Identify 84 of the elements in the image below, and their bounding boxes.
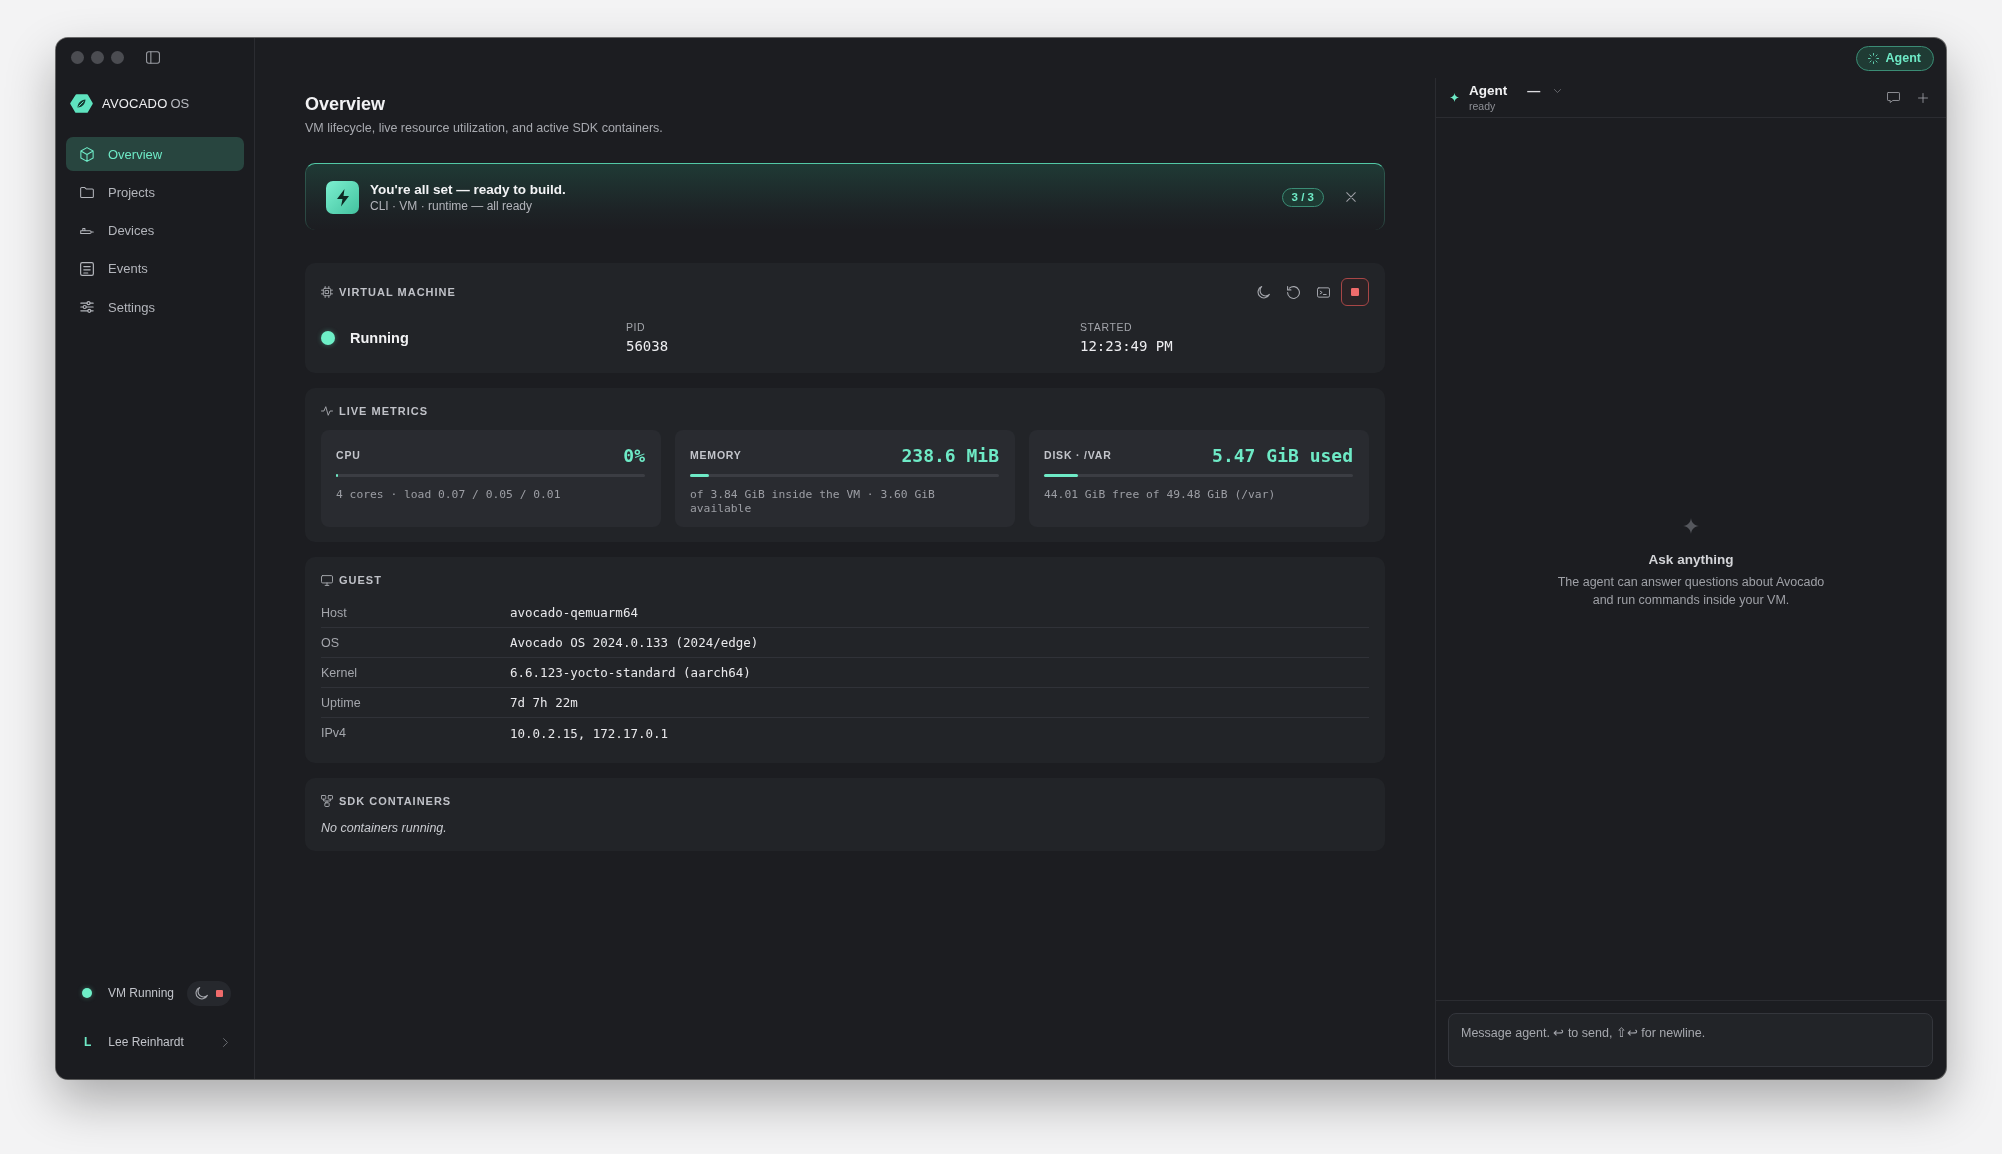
metric-label: CPU	[336, 449, 361, 461]
chat-button[interactable]	[1887, 92, 1900, 103]
sliders-icon	[80, 301, 94, 314]
banner-subtitle: CLI · VM · runtime — all ready	[370, 198, 534, 214]
info-value: 6.6.123-yocto-standard (aarch64)	[510, 665, 752, 680]
section-title: SDK CONTAINERS	[339, 795, 452, 807]
moon-icon	[195, 986, 209, 1000]
info-value: Avocado OS 2024.0.133 (2024/edge)	[510, 635, 760, 650]
monitor-icon	[321, 574, 333, 586]
moon-icon	[1256, 285, 1270, 299]
field-value: 12:23:49 PM	[1080, 337, 1174, 355]
model-select[interactable]: —	[1527, 83, 1562, 98]
nav-item[interactable]: Overview	[66, 137, 244, 171]
page-subtitle: VM lifecycle, live resource utilization, and active SDK containers.	[305, 120, 664, 136]
account-button[interactable]: L Lee Reinhardt	[66, 1027, 244, 1057]
section-title: VIRTUAL MACHINE	[339, 286, 456, 298]
metric-value: 238.6 MiB	[901, 444, 999, 466]
info-label: IPv4	[321, 726, 347, 740]
terminal-icon	[1316, 286, 1330, 298]
field-label: STARTED	[1080, 321, 1134, 334]
close-icon	[1346, 192, 1356, 202]
nav-item[interactable]: Devices	[66, 213, 244, 248]
cube-icon	[80, 146, 94, 162]
document-icon	[80, 261, 94, 276]
metric-detail: 4 cores · load 0.07 / 0.05 / 0.01	[336, 488, 562, 502]
chevron-right-icon	[223, 1037, 228, 1047]
speech-bubble-icon	[1887, 92, 1900, 103]
metric-value: 0%	[623, 444, 645, 466]
metric-label: DISK · /VAR	[1044, 449, 1112, 461]
plus-icon	[1918, 92, 1928, 103]
banner-title: You're all set — ready to build.	[370, 180, 566, 198]
sidebar-icon	[146, 50, 160, 64]
agent-button[interactable]: Agent	[1855, 45, 1934, 71]
field-value: 56038	[626, 337, 670, 355]
avatar-initial: L	[84, 1035, 92, 1049]
stop-icon	[1351, 288, 1359, 296]
chevron-down-icon	[1554, 88, 1562, 93]
boxes-icon	[321, 795, 333, 807]
metric-detail: 44.01 GiB free of 49.48 GiB (/var)	[1044, 488, 1277, 502]
field-label: PID	[626, 321, 647, 334]
info-label: Host	[321, 605, 348, 620]
nav-item[interactable]: Projects	[66, 175, 244, 210]
loader-icon	[1867, 52, 1879, 64]
message-field[interactable]: Message agent. ↩ to send, ⇧↩ for newline.	[1448, 1013, 1933, 1067]
restart-icon	[1286, 285, 1300, 299]
section-title: GUEST	[339, 574, 382, 586]
empty-title: Ask anything	[1648, 551, 1734, 567]
vm-status-label: VM Running	[108, 986, 175, 1000]
empty-description: The agent can answer questions about Avocado and run commands inside your VM.	[1556, 573, 1826, 609]
bolt-icon	[326, 180, 359, 214]
sidebar-toggle-button[interactable]	[146, 50, 160, 64]
status-text: ready	[1469, 99, 1497, 113]
page-title: Overview	[305, 93, 387, 115]
info-label: OS	[321, 635, 341, 650]
info-value: avocado-qemuarm64	[510, 605, 639, 620]
suspend-button[interactable]	[193, 986, 211, 1000]
stop-icon	[216, 989, 224, 997]
info-value: 10.0.2.15, 172.17.0.1	[510, 725, 670, 741]
info-label: Uptime	[321, 695, 362, 710]
close-button[interactable]	[1346, 192, 1356, 202]
logo-icon	[70, 93, 93, 113]
plug-icon	[80, 227, 94, 234]
vm-status-label: Running	[350, 330, 409, 346]
sparkle-icon	[1450, 93, 1459, 102]
stop-button[interactable]	[1341, 278, 1369, 306]
nav-item[interactable]: Events	[66, 251, 244, 286]
progress-badge: 3 / 3	[1281, 187, 1324, 207]
metric-label: MEMORY	[690, 449, 742, 461]
section-title: LIVE METRICS	[339, 405, 428, 417]
metric-value: 5.47 GiB used	[1212, 444, 1353, 466]
sparkle-icon	[1683, 517, 1699, 534]
add-button[interactable]	[1918, 92, 1928, 103]
pulse-icon	[321, 406, 333, 416]
stop-button[interactable]	[214, 989, 226, 997]
info-value: 7d 7h 22m	[510, 695, 579, 710]
info-label: Kernel	[321, 665, 359, 680]
panel-title: Agent	[1469, 82, 1508, 99]
chip-icon	[321, 286, 333, 298]
metric-detail: of 3.84 GiB inside the VM · 3.60 GiB available	[690, 488, 936, 516]
nav-item[interactable]: Settings	[66, 290, 244, 325]
folder-icon	[80, 186, 94, 198]
brand-suffix: OS	[170, 95, 190, 111]
brand-name: AVOCADO	[102, 95, 168, 111]
empty-message: No containers running.	[321, 820, 448, 836]
